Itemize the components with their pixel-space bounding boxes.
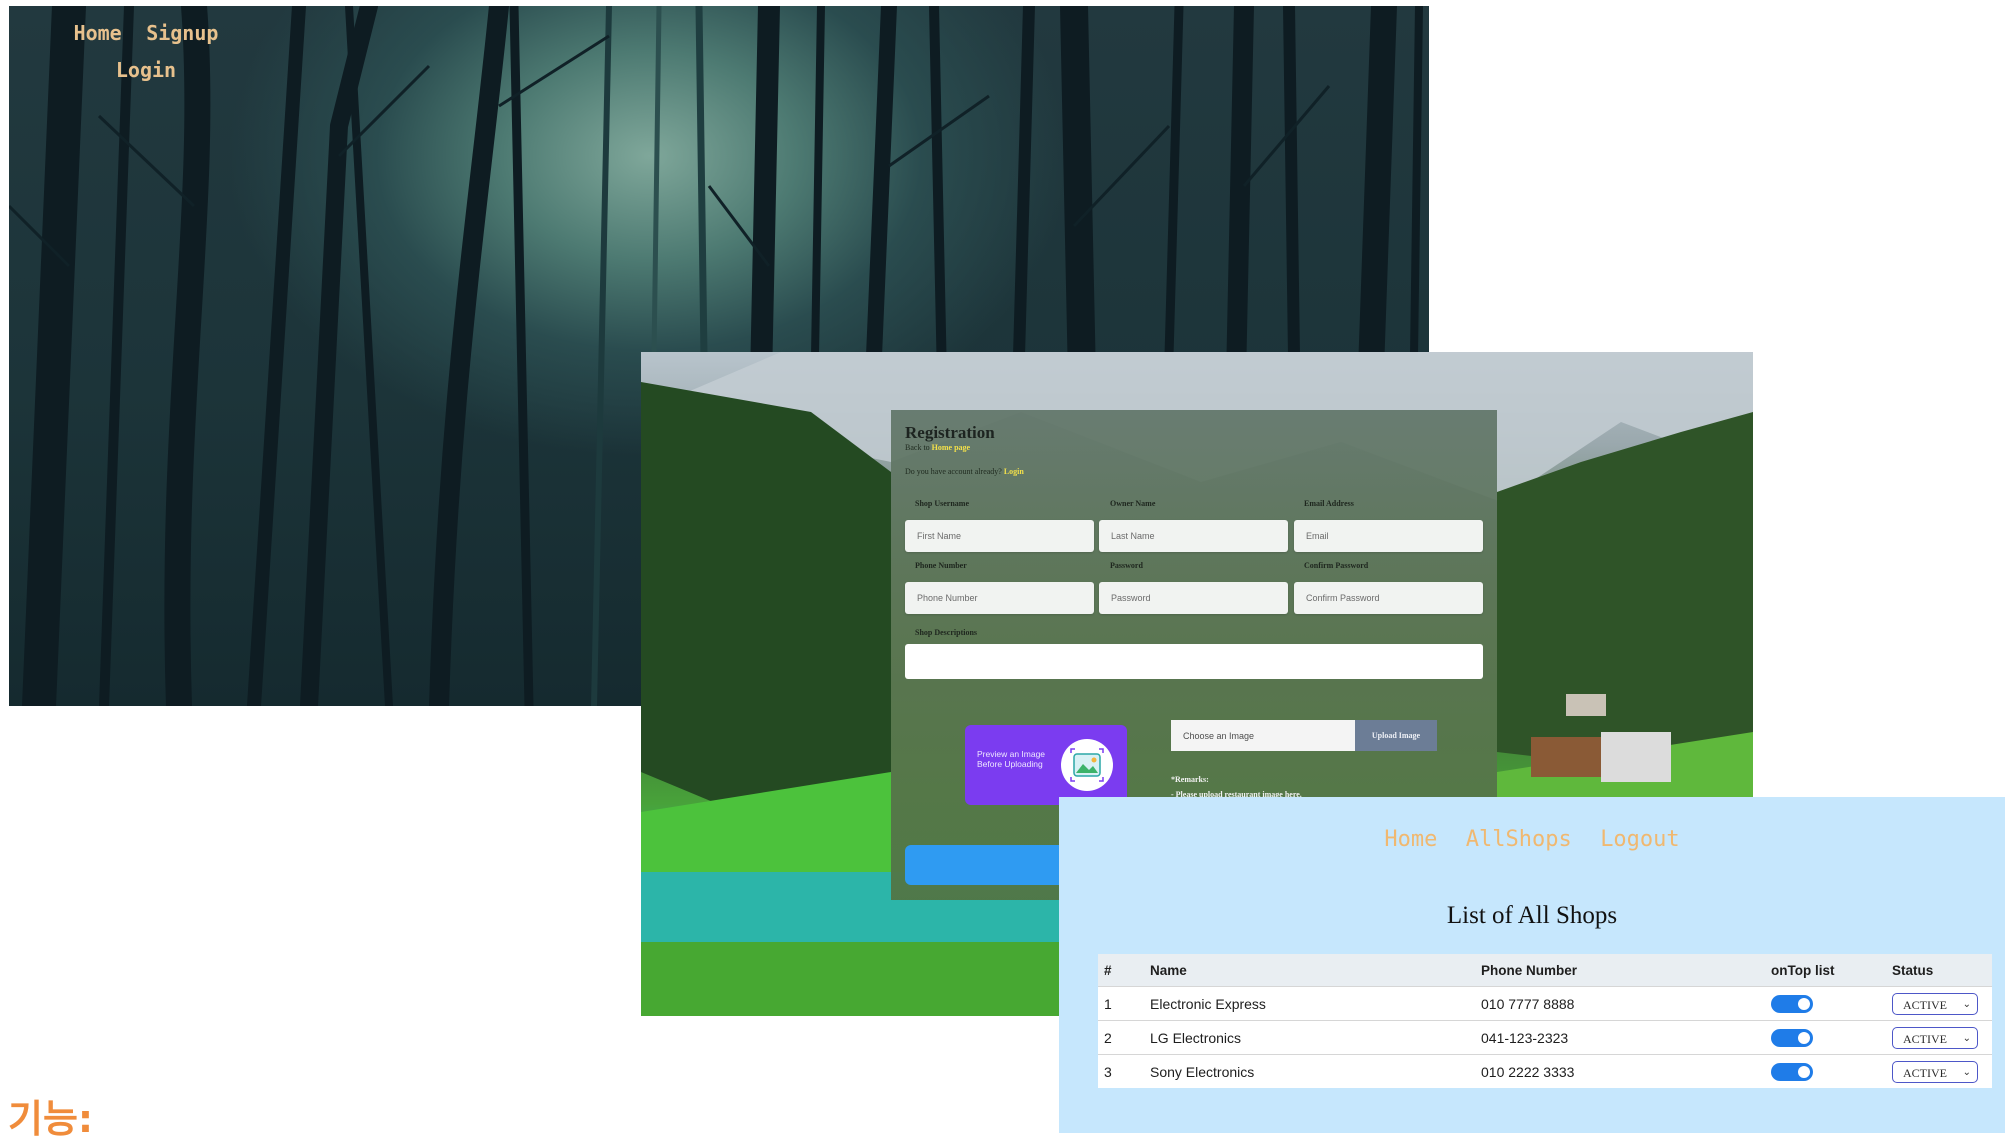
shop-username-placeholder: First Name bbox=[917, 531, 962, 541]
confirm-password-label: Confirm Password bbox=[1304, 561, 1369, 570]
owner-name-input[interactable]: Last Name bbox=[1099, 520, 1288, 552]
shop-name: Sony Electronics bbox=[1144, 1054, 1475, 1088]
owner-name-placeholder: Last Name bbox=[1111, 531, 1155, 541]
ontop-cell bbox=[1765, 986, 1886, 1021]
back-home-line: Back to Home page bbox=[905, 443, 970, 452]
shop-description-label: Shop Descriptions bbox=[915, 628, 978, 637]
phone-number-input[interactable]: Phone Number bbox=[905, 582, 1094, 614]
nav-login-link[interactable]: Login bbox=[116, 58, 176, 82]
back-text: Back to bbox=[905, 443, 930, 452]
status-value: ACTIVE bbox=[1903, 1031, 1947, 1046]
ontop-toggle[interactable] bbox=[1771, 994, 1813, 1013]
confirm-password-input[interactable]: Confirm Password bbox=[1294, 582, 1483, 614]
admin-nav-allshops-link[interactable]: AllShops bbox=[1466, 827, 1572, 852]
features-caption: 기능: bbox=[8, 1097, 94, 1141]
owner-name-label: Owner Name bbox=[1110, 499, 1156, 508]
upload-image-button[interactable]: Upload Image bbox=[1355, 720, 1437, 751]
remarks-title: *Remarks: bbox=[1171, 775, 1209, 784]
have-account-text: Do you have account already? bbox=[905, 467, 1002, 476]
chevron-down-icon: ⌄ bbox=[1962, 1032, 1971, 1044]
table-row: 2 LG Electronics 041-123-2323 ACTIVE ⌄ bbox=[1098, 1020, 1992, 1055]
image-preview-card: Preview an Image Before Uploading bbox=[965, 725, 1127, 805]
shop-table: # Name Phone Number onTop list Status 1 … bbox=[1098, 954, 1992, 1088]
admin-nav-home-link[interactable]: Home bbox=[1384, 827, 1437, 852]
table-row: 1 Electronic Express 010 7777 8888 ACTIV… bbox=[1098, 986, 1992, 1021]
status-select[interactable]: ACTIVE ⌄ bbox=[1892, 1026, 1978, 1049]
phone-number-placeholder: Phone Number bbox=[917, 593, 978, 603]
shop-phone: 041-123-2323 bbox=[1475, 1020, 1765, 1055]
row-number: 3 bbox=[1098, 1054, 1144, 1088]
shop-phone: 010 7777 8888 bbox=[1475, 986, 1765, 1021]
shop-username-label: Shop Username bbox=[915, 499, 970, 508]
table-header-row: # Name Phone Number onTop list Status bbox=[1098, 954, 1992, 987]
image-icon bbox=[1061, 739, 1113, 791]
status-value: ACTIVE bbox=[1903, 1065, 1947, 1080]
home-page-link[interactable]: Home page bbox=[932, 443, 970, 452]
column-header-name: Name bbox=[1144, 954, 1475, 987]
ontop-cell bbox=[1765, 1020, 1886, 1055]
phone-number-label: Phone Number bbox=[915, 561, 967, 570]
choose-image-placeholder: Choose an Image bbox=[1183, 731, 1255, 741]
status-select[interactable]: ACTIVE ⌄ bbox=[1892, 992, 1978, 1015]
confirm-password-placeholder: Confirm Password bbox=[1306, 593, 1380, 603]
row-number: 1 bbox=[1098, 986, 1144, 1021]
shop-name: LG Electronics bbox=[1144, 1020, 1475, 1055]
chevron-down-icon: ⌄ bbox=[1962, 998, 1971, 1010]
admin-shop-list-screenshot: Home AllShops Logout List of All Shops #… bbox=[1059, 797, 2005, 1133]
password-label: Password bbox=[1110, 561, 1143, 570]
nav-signup-link[interactable]: Signup bbox=[146, 21, 218, 45]
status-cell: ACTIVE ⌄ bbox=[1886, 1020, 1992, 1055]
login-link[interactable]: Login bbox=[1004, 467, 1024, 476]
shop-name: Electronic Express bbox=[1144, 986, 1475, 1021]
chevron-down-icon: ⌄ bbox=[1962, 1066, 1971, 1078]
registration-title: Registration bbox=[905, 423, 995, 442]
ontop-toggle[interactable] bbox=[1771, 1062, 1813, 1081]
column-header-number: # bbox=[1098, 954, 1144, 987]
password-input[interactable]: Password bbox=[1099, 582, 1288, 614]
status-cell: ACTIVE ⌄ bbox=[1886, 986, 1992, 1021]
status-value: ACTIVE bbox=[1903, 997, 1947, 1012]
table-row: 3 Sony Electronics 010 2222 3333 ACTIVE ⌄ bbox=[1098, 1054, 1992, 1088]
status-select[interactable]: ACTIVE ⌄ bbox=[1892, 1060, 1978, 1083]
ontop-toggle[interactable] bbox=[1771, 1028, 1813, 1047]
have-account-line: Do you have account already? Login bbox=[905, 467, 1024, 476]
email-placeholder: Email bbox=[1306, 531, 1329, 541]
admin-nav-logout-link[interactable]: Logout bbox=[1600, 827, 1679, 852]
preview-text: Preview an Image Before Uploading bbox=[977, 749, 1046, 769]
shop-username-input[interactable]: First Name bbox=[905, 520, 1094, 552]
shop-phone: 010 2222 3333 bbox=[1475, 1054, 1765, 1088]
shop-description-textarea[interactable] bbox=[905, 644, 1483, 679]
shop-list-title: List of All Shops bbox=[1446, 902, 1618, 929]
column-header-ontop: onTop list bbox=[1765, 954, 1886, 987]
email-input[interactable]: Email bbox=[1294, 520, 1483, 552]
status-cell: ACTIVE ⌄ bbox=[1886, 1054, 1992, 1088]
ontop-cell bbox=[1765, 1054, 1886, 1088]
admin-nav: Home AllShops Logout bbox=[1059, 827, 2005, 852]
nav-home-link[interactable]: Home bbox=[74, 21, 122, 45]
column-header-phone: Phone Number bbox=[1475, 954, 1765, 987]
column-header-status: Status bbox=[1886, 954, 1992, 987]
home-nav: Home Signup Login bbox=[61, 16, 231, 90]
choose-image-input[interactable]: Choose an Image bbox=[1171, 720, 1355, 751]
row-number: 2 bbox=[1098, 1020, 1144, 1055]
password-placeholder: Password bbox=[1111, 593, 1151, 603]
email-address-label: Email Address bbox=[1304, 499, 1354, 508]
